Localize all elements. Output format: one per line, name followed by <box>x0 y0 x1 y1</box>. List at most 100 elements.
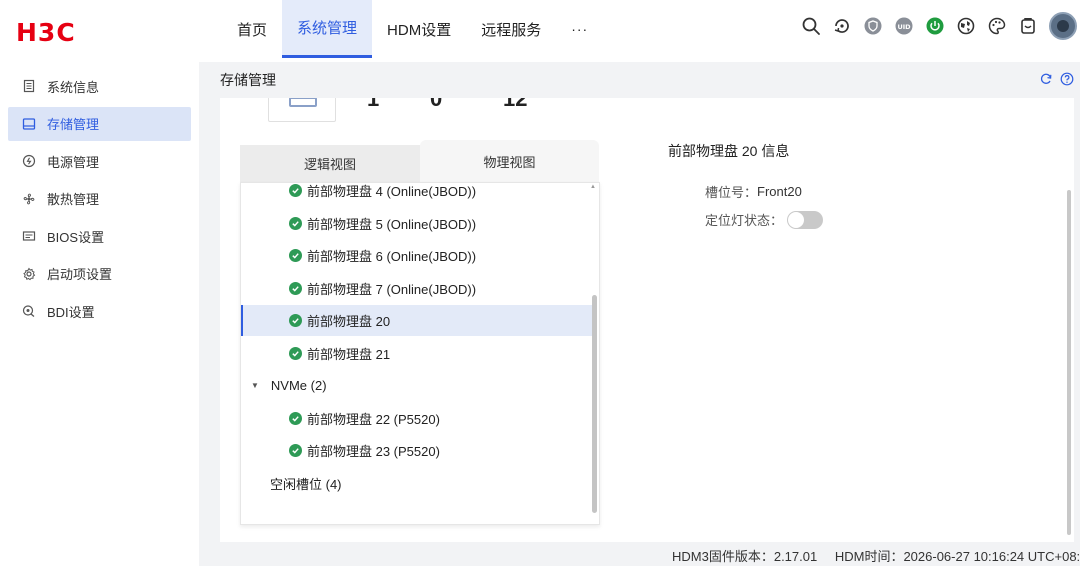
tree-row-disk-23[interactable]: 前部物理盘 23 (P5520) <box>241 435 593 466</box>
check-circle-icon <box>289 184 302 197</box>
sidebar-item-label: 存储管理 <box>47 117 100 132</box>
sidebar: 系统信息 存储管理 电源管理 散热管理 BIOS设置 启动项设置 BDI设置 <box>0 62 199 566</box>
sidebar-item-label: 电源管理 <box>47 154 100 170</box>
tree-row-label: 前部物理盘 5 (Online(JBOD)) <box>307 216 477 232</box>
check-circle-icon <box>289 444 302 457</box>
tree-row-disk-7[interactable]: 前部物理盘 7 (Online(JBOD)) <box>241 273 593 304</box>
firmware-value: 2.17.01 <box>773 549 818 564</box>
tree-row-disk-6[interactable]: 前部物理盘 6 (Online(JBOD)) <box>241 240 593 271</box>
nav-hdm-settings[interactable]: HDM设置 <box>372 0 466 58</box>
content-scrollbar[interactable] <box>1067 190 1071 535</box>
sidebar-item-label: BIOS设置 <box>47 229 105 245</box>
hdm-time-value: 2026-06-27 10:16:24 UTC+08:00 <box>903 549 1080 564</box>
refresh-icon[interactable] <box>1039 72 1053 86</box>
check-circle-icon <box>289 216 302 230</box>
main-nav: 首页 系统管理 HDM设置 远程服务 ··· <box>222 0 603 58</box>
hdm-time-label: HDM时间： <box>834 549 904 564</box>
tree-row-disk-4[interactable]: 前部物理盘 4 (Online(JBOD)) <box>241 183 593 206</box>
check-circle-icon <box>289 411 302 425</box>
status-footer: HDM3固件版本：2.17.01 HDM时间：2026-06-27 10:16:… <box>672 546 1080 565</box>
tree-row-label: 前部物理盘 4 (Online(JBOD)) <box>307 184 477 199</box>
sidebar-item-label: BDI设置 <box>47 304 95 320</box>
summary-count-3: 12 <box>503 98 528 111</box>
tree-row-label: 前部物理盘 20 <box>307 314 391 329</box>
nav-home[interactable]: 首页 <box>222 0 282 58</box>
refresh-cycle-icon[interactable] <box>831 15 853 37</box>
tree-row-disk-5[interactable]: 前部物理盘 5 (Online(JBOD)) <box>241 208 593 239</box>
clipboard-icon[interactable] <box>1017 15 1039 37</box>
tree-row-disk-21[interactable]: 前部物理盘 21 <box>241 338 593 369</box>
power-icon <box>22 154 36 168</box>
top-header: H3C 首页 系统管理 HDM设置 远程服务 ··· UID <box>0 0 1080 62</box>
document-icon <box>22 79 36 93</box>
nav-hdm-settings-label: HDM设置 <box>387 21 452 39</box>
tree-row-label: 前部物理盘 23 (P5520) <box>307 444 440 459</box>
nav-more[interactable]: ··· <box>556 0 603 58</box>
firmware-label: HDM3固件版本： <box>672 549 774 564</box>
fan-icon <box>22 192 36 206</box>
h3c-logo[interactable]: H3C <box>16 17 76 47</box>
header-toolbar: UID <box>791 12 1080 40</box>
palette-icon[interactable] <box>986 15 1008 37</box>
user-avatar[interactable] <box>1049 12 1077 40</box>
sidebar-item-storage[interactable]: 存储管理 <box>8 106 191 141</box>
nav-system-management-label: 系统管理 <box>297 20 358 37</box>
bios-icon <box>22 229 36 243</box>
tab-physical-view[interactable]: 物理视图 <box>420 140 599 182</box>
locate-led-toggle[interactable] <box>787 210 824 229</box>
summary-card <box>268 98 336 122</box>
shield-icon[interactable] <box>862 15 884 37</box>
search-icon[interactable] <box>800 15 822 37</box>
sidebar-item-boot[interactable]: 启动项设置 <box>8 257 191 291</box>
uid-icon[interactable]: UID <box>893 15 915 37</box>
sidebar-item-bios[interactable]: BIOS设置 <box>8 219 191 253</box>
power-icon[interactable] <box>924 15 946 37</box>
storage-icon <box>22 117 36 131</box>
sidebar-item-power[interactable]: 电源管理 <box>8 144 191 178</box>
locate-led-label: 定位灯状态： <box>705 213 784 228</box>
summary-count-1: 1 <box>367 98 380 111</box>
sidebar-item-cooling[interactable]: 散热管理 <box>8 182 191 216</box>
check-circle-icon <box>289 346 302 360</box>
check-circle-icon <box>289 314 302 327</box>
summary-count-2: 0 <box>430 98 443 111</box>
caret-down-icon[interactable]: ▼ <box>251 381 259 390</box>
tab-logical-view[interactable]: 逻辑视图 <box>240 145 420 182</box>
tree-scrollbar[interactable] <box>592 295 597 513</box>
globe-icon[interactable] <box>955 15 977 37</box>
physical-disk-tree: ▲ 前部物理盘 4 (Online(JBOD)) 前部物理盘 5 (Online… <box>240 182 600 525</box>
page-title-bar: 存储管理 <box>205 62 1080 98</box>
tree-group-label: 空闲槽位 (4) <box>270 476 342 492</box>
sidebar-item-bdi[interactable]: BDI设置 <box>8 294 191 328</box>
slot-label: 槽位号： <box>705 185 758 200</box>
tree-row-label: 前部物理盘 22 (P5520) <box>307 411 440 427</box>
tree-group-nvme[interactable]: ▼ NVMe (2) <box>241 370 593 401</box>
nav-more-label: ··· <box>571 21 589 37</box>
hdm-time: HDM时间：2026-06-27 10:16:24 UTC+08:00 <box>835 549 1080 564</box>
uid-icon-label: UID <box>897 23 911 31</box>
slot-value: Front20 <box>757 184 802 199</box>
page-title: 存储管理 <box>220 72 276 88</box>
sidebar-item-label: 系统信息 <box>47 79 100 95</box>
nav-system-management[interactable]: 系统管理 <box>282 0 373 58</box>
check-circle-icon <box>289 249 302 262</box>
tree-group-label: NVMe (2) <box>270 378 327 393</box>
view-tabs: 逻辑视图 物理视图 <box>240 140 599 182</box>
disk-icon <box>289 98 317 107</box>
nav-home-label: 首页 <box>237 21 268 39</box>
nav-remote-service[interactable]: 远程服务 <box>466 0 556 58</box>
sidebar-item-system-info[interactable]: 系统信息 <box>8 69 191 103</box>
tab-logical-view-label: 逻辑视图 <box>303 157 356 172</box>
tree-row-disk-22[interactable]: 前部物理盘 22 (P5520) <box>241 403 593 434</box>
help-icon[interactable] <box>1060 72 1074 86</box>
slot-row: 槽位号： Front20 <box>705 182 802 201</box>
gear-icon <box>22 267 36 281</box>
logo-text: H3C <box>16 17 76 47</box>
nav-remote-service-label: 远程服务 <box>481 21 542 39</box>
tab-physical-view-label: 物理视图 <box>483 154 536 170</box>
storage-panel: 1 0 12 逻辑视图 物理视图 ▲ 前部物理盘 4 (Online(JBOD)… <box>220 98 1074 542</box>
page-tools <box>1032 72 1074 86</box>
tree-row-disk-20[interactable]: 前部物理盘 20 <box>241 305 593 336</box>
sidebar-item-label: 启动项设置 <box>47 267 113 282</box>
tree-group-free-slots[interactable]: 空闲槽位 (4) <box>241 468 593 499</box>
